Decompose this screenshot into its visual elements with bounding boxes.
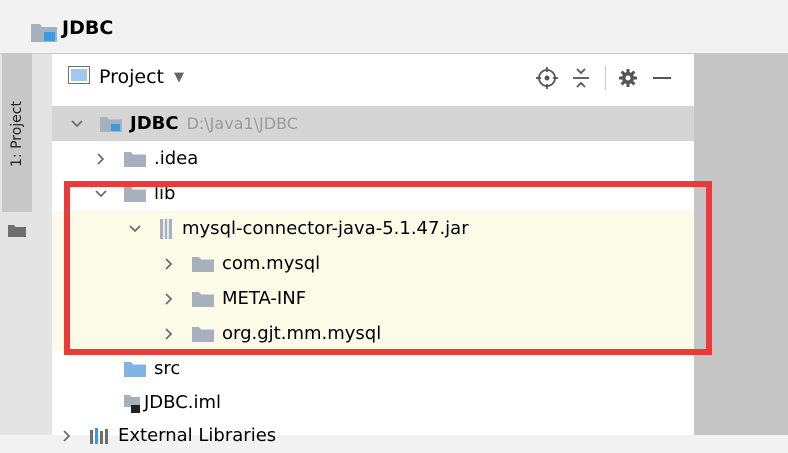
project-folder-icon (31, 22, 57, 46)
package-folder-icon (192, 256, 214, 272)
chevron-right-icon[interactable] (160, 257, 178, 270)
tree-item-org-gjt-mm-mysql[interactable]: org.gjt.mm.mysql (52, 316, 694, 351)
tree-item-label: JDBC.iml (144, 392, 222, 413)
project-tool-window-tab[interactable]: 1: Project (2, 54, 32, 212)
tree-item-meta-inf[interactable]: META-INF (52, 281, 694, 316)
project-folder-icon (100, 116, 122, 132)
tree-item-label: External Libraries (118, 425, 277, 446)
toolbar-separator (605, 66, 606, 90)
window-title: JDBC (62, 17, 114, 39)
folder-icon (124, 151, 146, 167)
left-tool-strip: 1: Project (0, 54, 52, 435)
chevron-right-icon[interactable] (160, 327, 178, 340)
chevron-down-icon[interactable] (126, 224, 144, 233)
folder-icon[interactable] (8, 222, 26, 241)
tree-item-external-libraries[interactable]: External Libraries (52, 418, 694, 453)
project-view-icon (68, 66, 90, 88)
minimize-icon[interactable] (650, 66, 674, 90)
chevron-down-icon[interactable] (68, 119, 86, 128)
folder-icon (192, 291, 214, 307)
toolbar-actions (525, 66, 674, 90)
project-toolbar: Project ▼ (52, 54, 694, 104)
chevron-right-icon[interactable] (58, 429, 76, 442)
title-bar: JDBC (0, 0, 788, 54)
tree-item-jdbc-iml[interactable]: JDBC.iml (52, 385, 694, 420)
tree-item-label: src (154, 358, 181, 379)
chevron-down-icon: ▼ (174, 69, 185, 85)
tree-item-label: JDBC (130, 113, 179, 134)
jar-icon (158, 218, 174, 239)
module-path: D:\Java1\JDBC (186, 114, 298, 133)
library-bars-icon (90, 427, 110, 444)
iml-file-icon (124, 393, 142, 413)
tree-item-label: lib (154, 183, 176, 204)
tree-item-label: mysql-connector-java-5.1.47.jar (182, 218, 469, 239)
chevron-right-icon[interactable] (160, 292, 178, 305)
view-selector[interactable]: Project ▼ (68, 66, 184, 88)
locate-target-icon[interactable] (535, 66, 559, 90)
tree-item-label: .idea (154, 148, 199, 169)
project-panel: Project ▼ JDBC D:\Java1\JDBC .idea lib m… (52, 54, 694, 446)
tree-item-label: org.gjt.mm.mysql (222, 323, 382, 344)
tree-item-lib[interactable]: lib (52, 176, 694, 211)
tree-item-jar[interactable]: mysql-connector-java-5.1.47.jar (52, 211, 694, 246)
source-folder-icon (124, 361, 146, 377)
collapse-all-icon[interactable] (569, 66, 593, 90)
tree-item-label: META-INF (222, 288, 307, 309)
project-tab-label: 1: Project (9, 101, 25, 167)
editor-area (694, 54, 788, 435)
tree-item-com-mysql[interactable]: com.mysql (52, 246, 694, 281)
package-folder-icon (192, 326, 214, 342)
tree-item-idea[interactable]: .idea (52, 141, 694, 176)
view-selector-label: Project (99, 66, 165, 88)
tree-item-jdbc[interactable]: JDBC D:\Java1\JDBC (52, 106, 694, 141)
chevron-right-icon[interactable] (92, 152, 110, 165)
folder-icon (124, 186, 146, 202)
chevron-down-icon[interactable] (92, 189, 110, 198)
gear-icon[interactable] (616, 66, 640, 90)
tree-item-src[interactable]: src (52, 351, 694, 386)
tree-item-label: com.mysql (222, 253, 321, 274)
